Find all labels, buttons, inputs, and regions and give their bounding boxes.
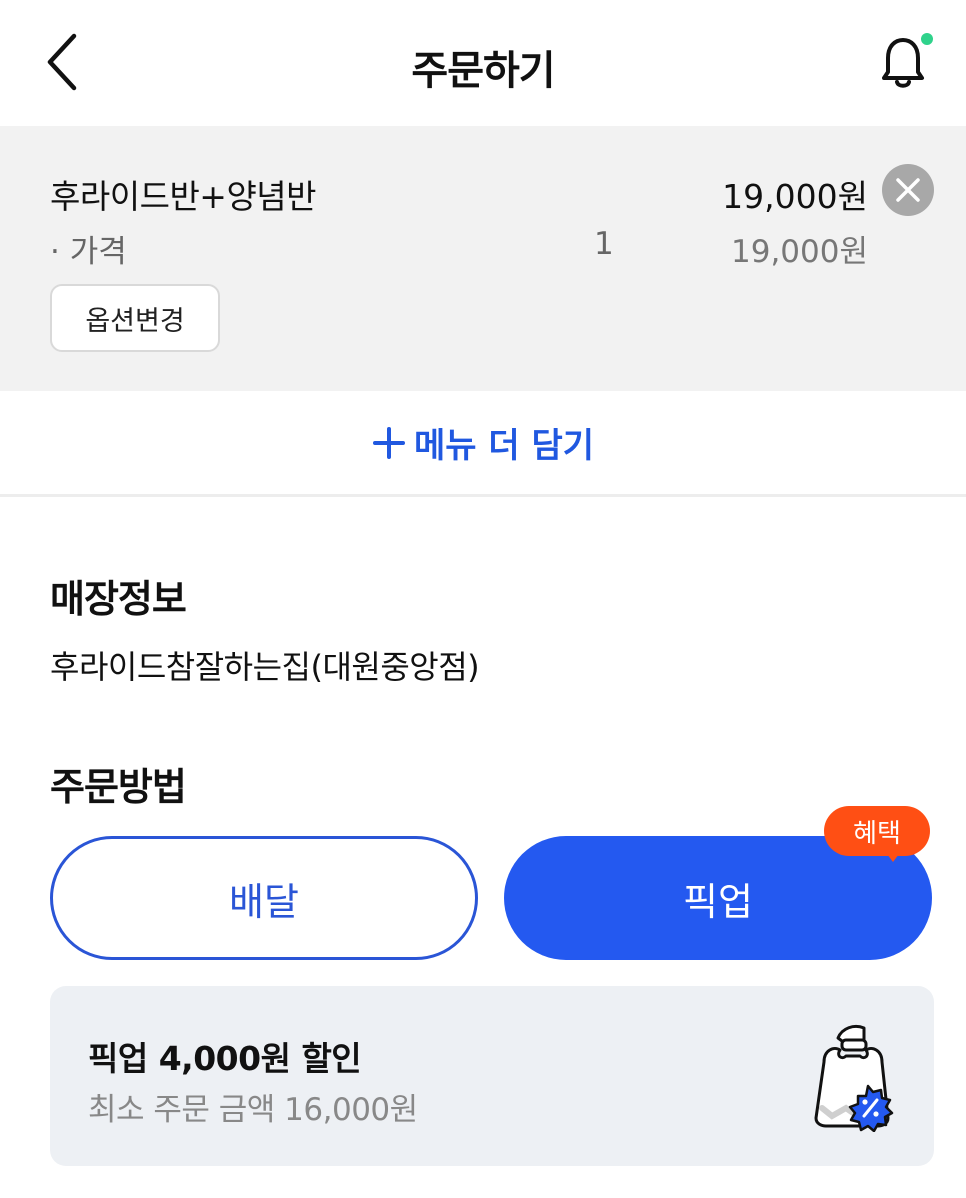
close-icon <box>896 178 920 202</box>
option-quantity: 1 <box>594 226 614 262</box>
notification-button[interactable] <box>874 30 936 94</box>
item-price: 19,000원 <box>722 177 868 216</box>
option-price: 19,000원 <box>731 234 868 270</box>
delivery-option-button[interactable]: 배달 <box>50 836 478 960</box>
cart-item: 후라이드반+양념반 19,000원 · 가격 1 19,000원 옵션변경 <box>0 126 966 391</box>
plus-icon <box>372 426 405 459</box>
add-more-label: 메뉴 더 담기 <box>413 426 595 466</box>
store-info-title: 매장정보 <box>50 577 187 621</box>
page-title: 주문하기 <box>411 48 555 94</box>
bell-icon <box>882 33 933 88</box>
benefit-badge: 혜택 <box>824 806 930 856</box>
promo-title: 픽업 4,000원 할인 <box>88 1039 362 1078</box>
store-name: 후라이드참잘하는집(대원중앙점) <box>50 648 480 686</box>
app-header: 주문하기 <box>0 0 966 126</box>
shopping-bag-discount-icon <box>814 1024 894 1132</box>
add-more-menu-button[interactable]: 메뉴 더 담기 <box>0 391 966 497</box>
remove-item-button[interactable] <box>882 164 934 216</box>
order-method-title: 주문방법 <box>50 765 187 809</box>
benefit-badge-tail <box>884 850 902 862</box>
promo-subtitle: 최소 주문 금액 16,000원 <box>88 1092 418 1128</box>
option-change-button[interactable]: 옵션변경 <box>50 284 220 352</box>
pickup-discount-card: 픽업 4,000원 할인 최소 주문 금액 16,000원 <box>50 986 934 1166</box>
item-name: 후라이드반+양념반 <box>50 177 317 216</box>
option-label: · 가격 <box>50 234 127 270</box>
notification-dot <box>921 33 933 45</box>
